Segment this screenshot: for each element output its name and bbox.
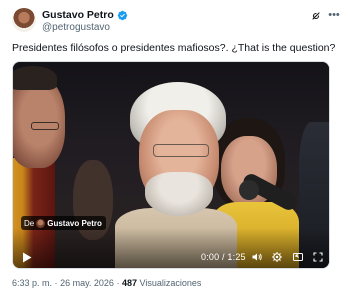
tweet-meta: 6:33 p. m. · 26 may. 2026 · 487 Visualiz… [12,278,201,288]
picture-in-picture-icon[interactable] [292,251,304,263]
source-prefix: De [24,218,35,228]
verified-badge-icon [117,10,127,20]
fullscreen-icon[interactable] [312,251,324,263]
avatar[interactable] [12,8,36,32]
more-icon[interactable]: ••• [328,9,340,21]
meta-separator: · [54,278,58,288]
tweet-header: Gustavo Petro @petrogustavo ••• [12,6,340,36]
author-handle[interactable]: @petrogustavo [42,22,110,33]
views-count: 487 [121,278,137,288]
play-icon[interactable] [22,252,32,263]
source-avatar [36,218,46,228]
tweet-text: Presidentes filósofos o presidentes mafi… [12,42,336,54]
views-label: Visualizaciones [139,278,202,288]
volume-icon[interactable] [251,251,263,263]
gear-icon[interactable] [271,251,283,263]
video-source-label[interactable]: De Gustavo Petro [21,216,106,230]
source-name: Gustavo Petro [47,218,102,228]
tweet-date[interactable]: 26 may. 2026 [60,278,114,288]
author-display-name[interactable]: Gustavo Petro [42,9,114,21]
grok-icon[interactable] [310,10,322,22]
author-name-row[interactable]: Gustavo Petro [42,9,128,21]
video-time: 0:00 / 1:25 [201,252,246,262]
meta-separator-2: · [116,278,120,288]
tweet-time[interactable]: 6:33 p. m. [12,278,52,288]
video-controls: 0:00 / 1:25 [13,246,329,268]
video-player[interactable]: De Gustavo Petro 0:00 / 1:25 [12,61,330,269]
video-frame [13,62,329,268]
